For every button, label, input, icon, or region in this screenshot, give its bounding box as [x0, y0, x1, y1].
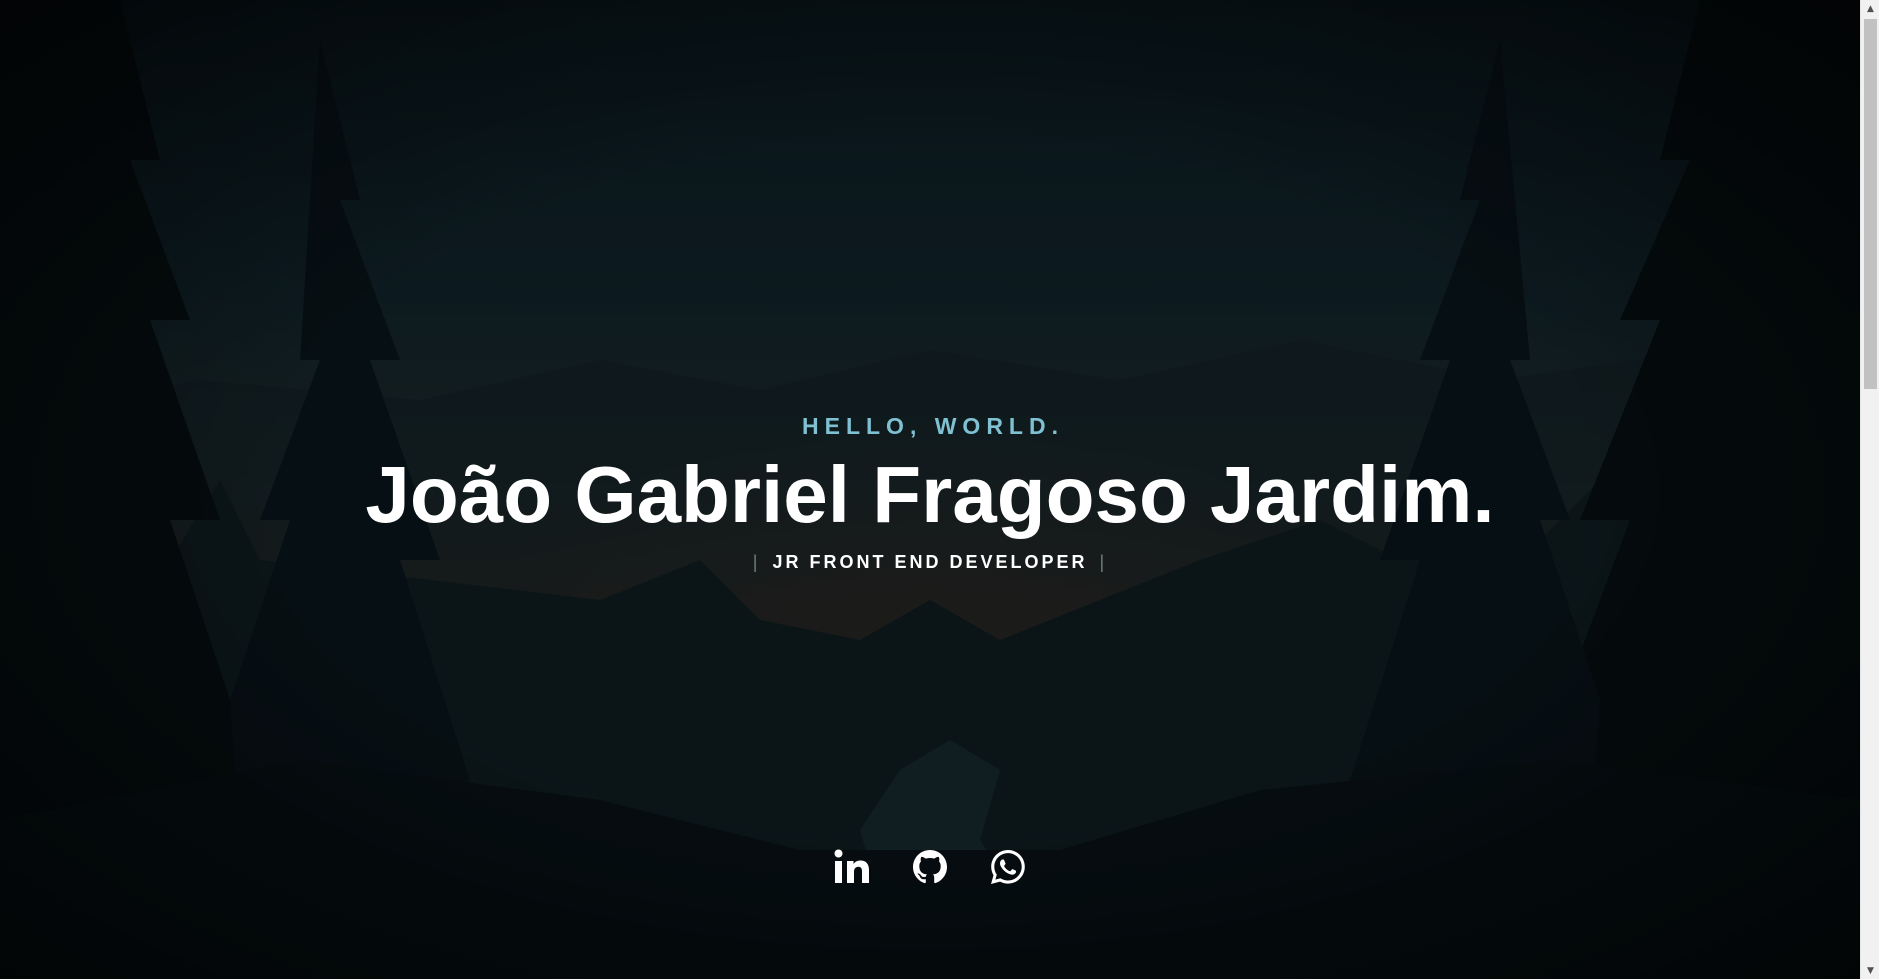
github-link[interactable] — [910, 847, 950, 887]
greeting-text: HELLO, WORLD. — [802, 413, 1064, 439]
hero-name-heading: João Gabriel Fragoso Jardim. — [365, 450, 1495, 539]
social-links — [0, 847, 1860, 887]
whatsapp-link[interactable] — [988, 847, 1028, 887]
role-divider-left: | — [752, 552, 761, 572]
hero-content: HELLO, WORLD. João Gabriel Fragoso Jardi… — [0, 404, 1860, 576]
vertical-scrollbar[interactable]: ▲ ▼ — [1860, 0, 1879, 979]
whatsapp-icon — [991, 850, 1025, 884]
scroll-down-arrow-icon[interactable]: ▼ — [1861, 962, 1879, 979]
role-text: JR FRONT END DEVELOPER — [772, 552, 1088, 572]
role-line: | JR FRONT END DEVELOPER | — [0, 548, 1860, 576]
scroll-up-arrow-icon[interactable]: ▲ — [1861, 0, 1879, 17]
page-viewport: HELLO, WORLD. João Gabriel Fragoso Jardi… — [0, 0, 1879, 979]
linkedin-link[interactable] — [832, 847, 872, 887]
scrollbar-thumb[interactable] — [1864, 19, 1877, 389]
role-divider-right: | — [1099, 552, 1108, 572]
hero-section: HELLO, WORLD. João Gabriel Fragoso Jardi… — [0, 0, 1860, 979]
github-icon — [913, 850, 947, 884]
linkedin-icon — [834, 849, 869, 883]
